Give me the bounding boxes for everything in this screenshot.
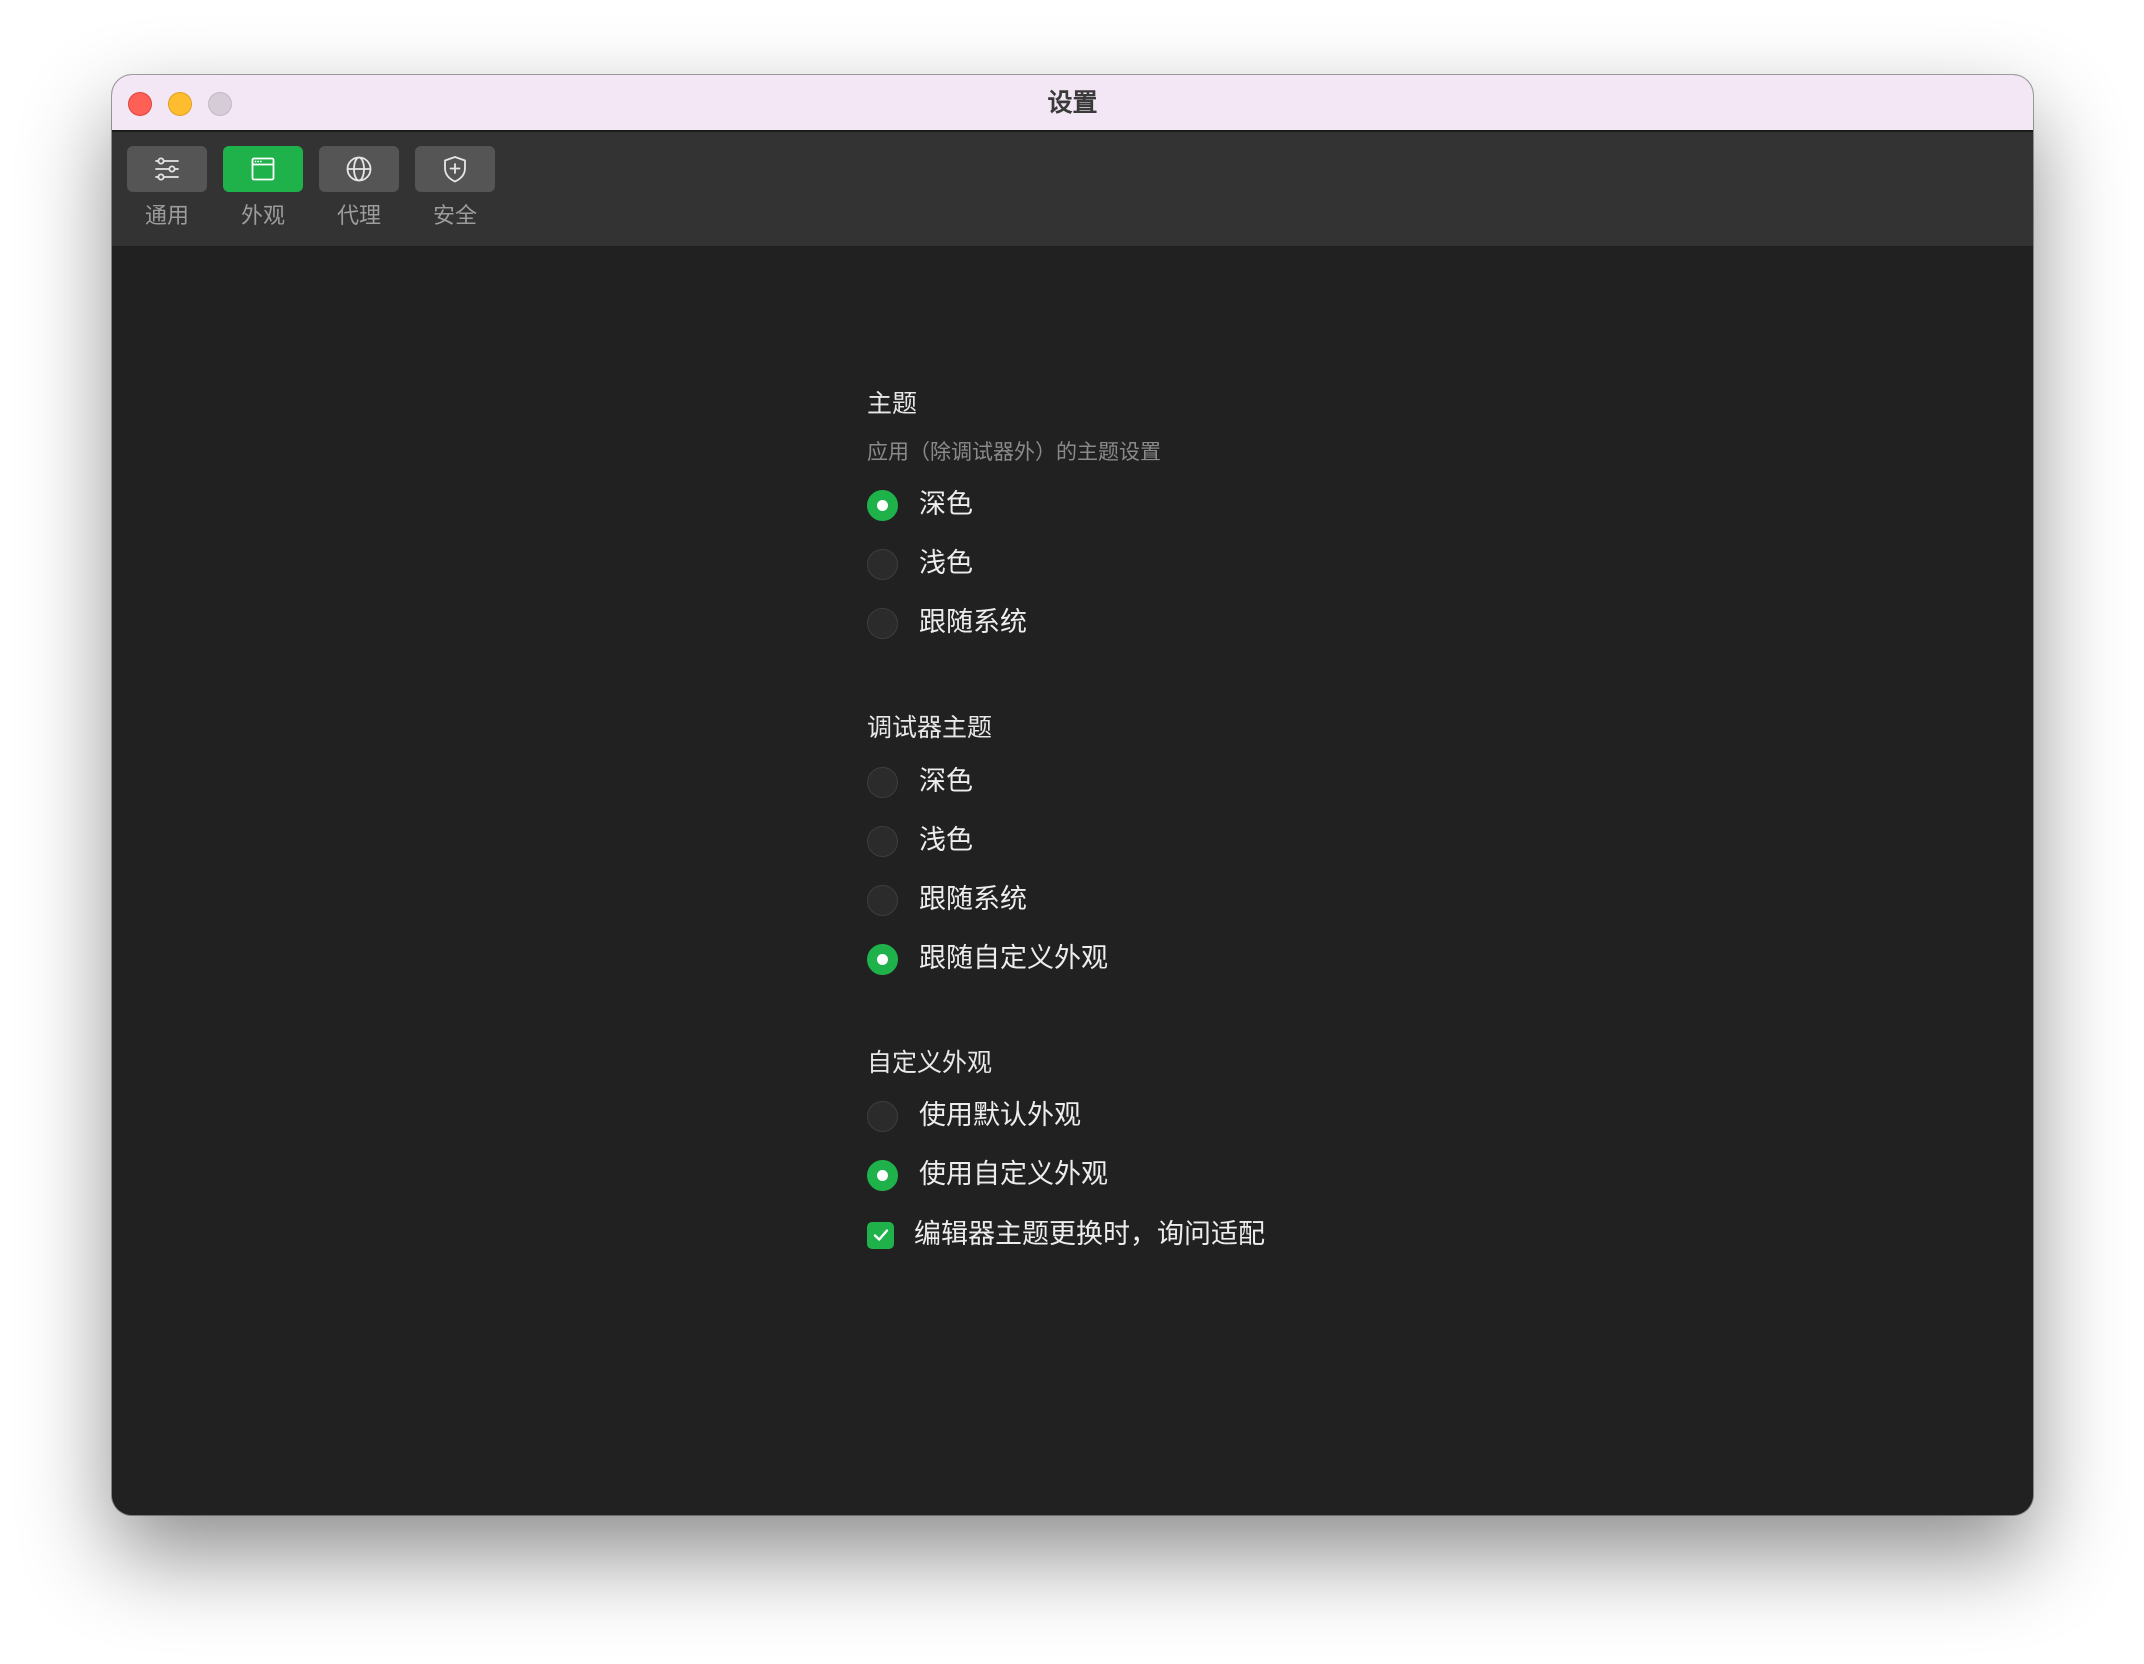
custom-appearance-section-title: 自定义外观 — [867, 1048, 993, 1077]
globe-icon — [346, 156, 372, 182]
debugger-option-system[interactable]: 跟随系统 — [867, 883, 1027, 917]
theme-section-title: 主题 — [867, 389, 918, 418]
debugger-option-custom[interactable]: 跟随自定义外观 — [867, 942, 1108, 976]
ask-adapt-checkbox[interactable] — [867, 1221, 894, 1249]
theme-system-label[interactable]: 跟随系统 — [919, 606, 1027, 640]
debugger-dark-radio[interactable] — [867, 766, 898, 798]
tab-proxy[interactable]: 代理 — [318, 146, 400, 230]
tab-general-label: 通用 — [144, 204, 189, 229]
theme-option-system[interactable]: 跟随系统 — [867, 606, 1027, 640]
theme-light-label[interactable]: 浅色 — [919, 547, 973, 581]
ask-adapt-label[interactable]: 编辑器主题更换时，询问适配 — [914, 1218, 1265, 1252]
title-bar: 设置 — [112, 75, 2033, 132]
appearance-option-custom[interactable]: 使用自定义外观 — [867, 1158, 1108, 1192]
shield-icon — [444, 156, 466, 183]
debugger-theme-section-title: 调试器主题 — [867, 713, 993, 742]
theme-dark-radio[interactable] — [867, 489, 898, 521]
appearance-pane: 主题 应用（除调试器外）的主题设置 深色 浅色 跟随系统 调试器主题 深色 浅色… — [112, 246, 2033, 1515]
theme-system-radio[interactable] — [867, 607, 898, 639]
debugger-system-radio[interactable] — [867, 884, 898, 916]
tab-proxy-button[interactable] — [319, 146, 399, 192]
theme-section-description: 应用（除调试器外）的主题设置 — [867, 440, 1161, 464]
debugger-dark-label[interactable]: 深色 — [919, 765, 973, 799]
settings-window: 设置 通用 外观 代理 安全 主题 应用（除调试器外）的主题设置 深色 浅色 跟… — [112, 75, 2033, 1515]
debugger-option-dark[interactable]: 深色 — [867, 765, 973, 799]
window-title: 设置 — [1047, 88, 1098, 117]
tab-general[interactable]: 通用 — [126, 146, 208, 230]
tab-appearance[interactable]: 外观 — [222, 146, 304, 230]
tab-appearance-button[interactable] — [223, 146, 303, 192]
debugger-custom-label[interactable]: 跟随自定义外观 — [919, 942, 1108, 976]
appearance-option-default[interactable]: 使用默认外观 — [867, 1099, 1081, 1133]
appearance-default-radio[interactable] — [867, 1100, 898, 1132]
preferences-toolbar: 通用 外观 代理 安全 — [112, 132, 2033, 246]
debugger-system-label[interactable]: 跟随系统 — [919, 883, 1027, 917]
window-icon — [251, 157, 275, 181]
appearance-custom-radio[interactable] — [867, 1159, 898, 1191]
theme-dark-label[interactable]: 深色 — [919, 488, 973, 522]
tab-general-button[interactable] — [127, 146, 207, 192]
debugger-light-radio[interactable] — [867, 825, 898, 857]
tab-proxy-label: 代理 — [336, 204, 381, 229]
appearance-custom-label[interactable]: 使用自定义外观 — [919, 1158, 1108, 1192]
tab-security[interactable]: 安全 — [414, 146, 496, 230]
appearance-default-label[interactable]: 使用默认外观 — [919, 1099, 1081, 1133]
theme-light-radio[interactable] — [867, 548, 898, 580]
ask-adapt-option[interactable]: 编辑器主题更换时，询问适配 — [867, 1218, 1265, 1252]
debugger-custom-radio[interactable] — [867, 943, 898, 975]
debugger-option-light[interactable]: 浅色 — [867, 824, 973, 858]
debugger-light-label[interactable]: 浅色 — [919, 824, 973, 858]
checkmark-icon — [873, 1229, 888, 1241]
tab-security-label: 安全 — [432, 204, 477, 229]
sliders-icon — [155, 157, 179, 181]
theme-option-dark[interactable]: 深色 — [867, 488, 973, 522]
theme-option-light[interactable]: 浅色 — [867, 547, 973, 581]
tab-security-button[interactable] — [415, 146, 495, 192]
tab-appearance-label: 外观 — [240, 204, 285, 229]
